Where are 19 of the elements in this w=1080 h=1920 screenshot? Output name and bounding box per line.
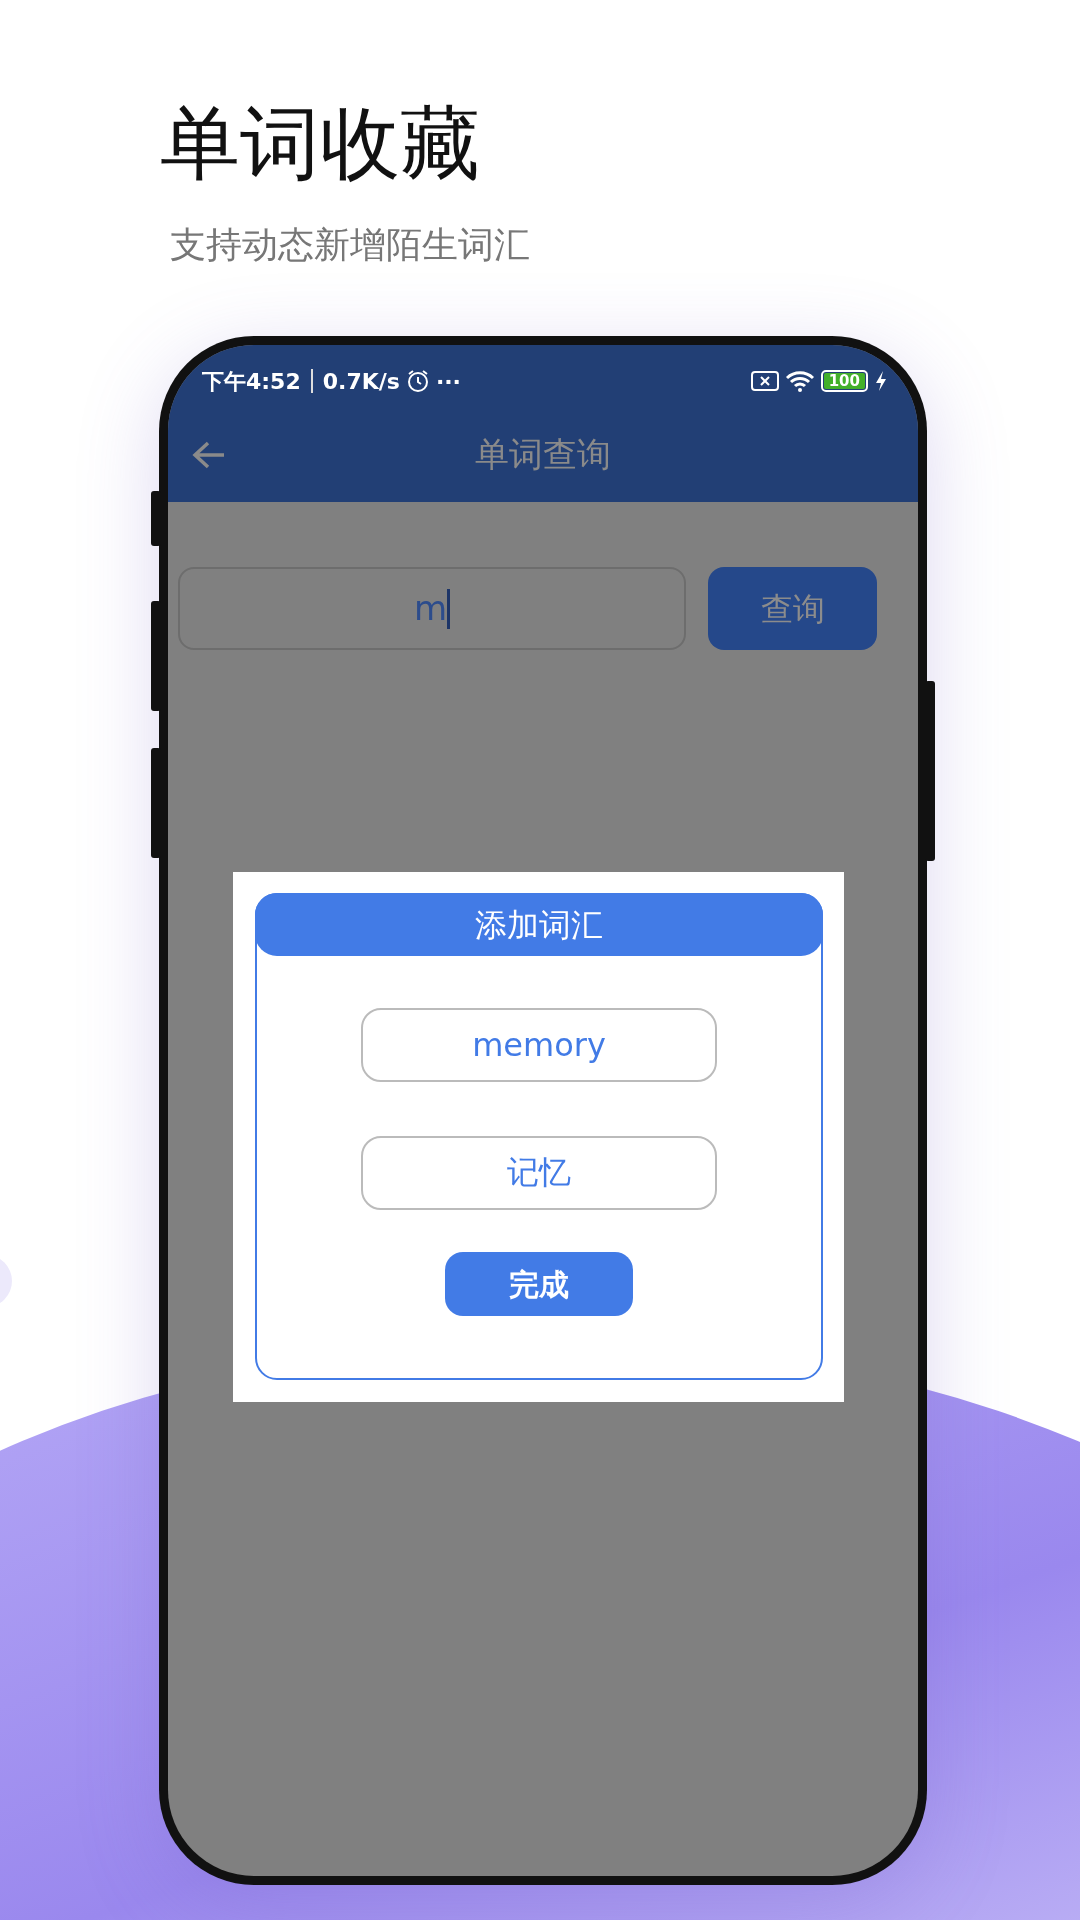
dialog-title: 添加词汇 — [255, 893, 823, 956]
sim-off-icon — [750, 370, 779, 392]
network-speed: 0.7K/s — [322, 367, 400, 396]
wifi-icon — [784, 369, 815, 393]
search-text: m — [413, 587, 448, 630]
search-field[interactable]: m — [178, 567, 686, 650]
word-input-field[interactable]: 记忆 — [361, 1136, 717, 1210]
back-arrow-icon[interactable] — [192, 439, 226, 470]
headline: 单词收藏 — [160, 100, 481, 188]
more-dots: ··· — [435, 367, 461, 396]
alarm-icon — [405, 369, 430, 393]
screen-title: 单词查询 — [475, 433, 611, 476]
status-time: 下午4:52 — [202, 367, 301, 396]
battery-indicator: 100 — [820, 370, 868, 392]
query-button[interactable]: 查询 — [708, 567, 877, 650]
subtitle: 支持动态新增陌生词汇 — [170, 223, 531, 267]
text-cursor — [447, 588, 451, 629]
word-input-field[interactable]: memory — [361, 1008, 717, 1082]
done-button[interactable]: 完成 — [445, 1252, 633, 1316]
